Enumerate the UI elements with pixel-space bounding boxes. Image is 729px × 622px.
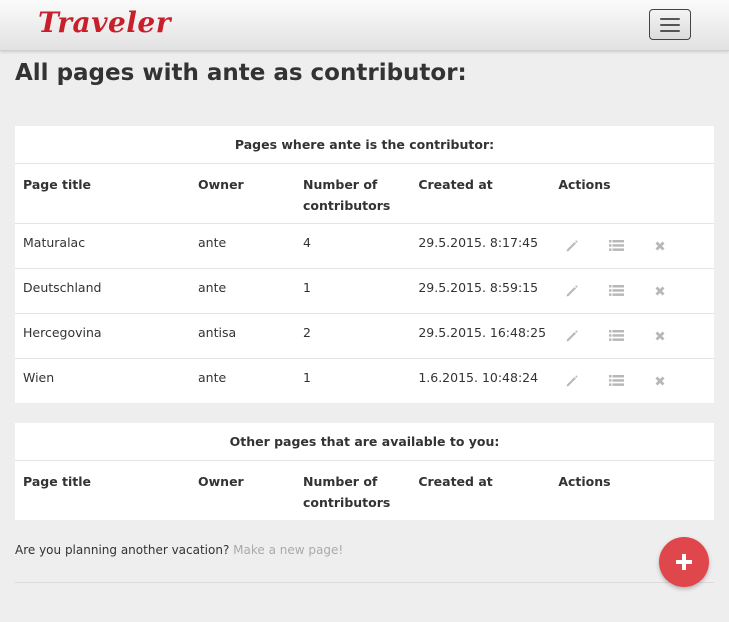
- page-title-cell: Maturalac: [15, 222, 190, 268]
- column-header: Created at: [418, 177, 493, 192]
- edit-button[interactable]: [562, 281, 582, 301]
- actions-cell: [550, 312, 714, 358]
- plus-icon: [676, 554, 692, 570]
- column-header: Actions: [558, 474, 611, 489]
- created-at-cell: 29.5.2015. 8:17:45: [410, 222, 551, 268]
- actions-cell: [550, 267, 714, 313]
- delete-button[interactable]: [650, 371, 670, 391]
- make-new-page-link[interactable]: Make a new page!: [233, 543, 343, 557]
- edit-button[interactable]: [562, 326, 582, 346]
- edit-button[interactable]: [562, 236, 582, 256]
- footer-text: Are you planning another vacation?: [15, 543, 230, 557]
- close-icon: [654, 285, 666, 297]
- view-button[interactable]: [606, 326, 626, 346]
- table-row: Maturalac ante 4 29.5.2015. 8:17:45: [15, 222, 714, 268]
- table-row: Wien ante 1 1.6.2015. 10:48:24: [15, 357, 714, 403]
- brand-logo[interactable]: Traveler: [38, 6, 171, 39]
- pencil-icon: [565, 374, 579, 388]
- table-header-row: Page title Owner Number of contributors …: [15, 164, 714, 223]
- view-button[interactable]: [606, 236, 626, 256]
- list-icon: [608, 374, 624, 387]
- column-header: Page title: [23, 474, 92, 489]
- created-at-cell: 29.5.2015. 8:59:15: [410, 267, 551, 313]
- column-header: Number of contributors: [303, 474, 391, 510]
- edit-button[interactable]: [562, 371, 582, 391]
- column-header: Page title: [23, 177, 92, 192]
- column-header: Created at: [418, 474, 493, 489]
- footer-prompt: Are you planning another vacation? Make …: [15, 543, 343, 557]
- owner-cell: antisa: [190, 312, 295, 358]
- table-header-row: Page title Owner Number of contributors …: [15, 461, 714, 520]
- panel-title: Pages where ante is the contributor:: [15, 126, 714, 164]
- contributor-pages-panel: Pages where ante is the contributor: Pag…: [15, 126, 714, 403]
- column-header: Owner: [198, 474, 244, 489]
- list-icon: [608, 329, 624, 342]
- contributors-cell: 2: [295, 312, 411, 358]
- other-pages-panel: Other pages that are available to you: P…: [15, 423, 714, 520]
- delete-button[interactable]: [650, 236, 670, 256]
- page-title: All pages with ante as contributor:: [15, 60, 467, 86]
- other-pages-table: Page title Owner Number of contributors …: [15, 461, 714, 520]
- close-icon: [654, 375, 666, 387]
- menu-toggle-button[interactable]: [649, 9, 691, 40]
- pencil-icon: [565, 329, 579, 343]
- view-button[interactable]: [606, 371, 626, 391]
- contributor-pages-table: Page title Owner Number of contributors …: [15, 164, 714, 403]
- owner-cell: ante: [190, 357, 295, 403]
- pencil-icon: [565, 284, 579, 298]
- list-icon: [608, 239, 624, 252]
- page-title-cell: Deutschland: [15, 267, 190, 313]
- column-header: Number of contributors: [303, 177, 391, 213]
- divider: [15, 582, 714, 583]
- delete-button[interactable]: [650, 326, 670, 346]
- created-at-cell: 1.6.2015. 10:48:24: [410, 357, 551, 403]
- view-button[interactable]: [606, 281, 626, 301]
- created-at-cell: 29.5.2015. 16:48:25: [410, 312, 551, 358]
- column-header: Owner: [198, 177, 244, 192]
- contributors-cell: 1: [295, 357, 411, 403]
- delete-button[interactable]: [650, 281, 670, 301]
- actions-cell: [550, 222, 714, 268]
- contributors-cell: 4: [295, 222, 411, 268]
- owner-cell: ante: [190, 267, 295, 313]
- panel-title: Other pages that are available to you:: [15, 423, 714, 461]
- close-icon: [654, 330, 666, 342]
- page-title-cell: Wien: [15, 357, 190, 403]
- actions-cell: [550, 357, 714, 403]
- table-row: Deutschland ante 1 29.5.2015. 8:59:15: [15, 267, 714, 313]
- pencil-icon: [565, 239, 579, 253]
- contributors-cell: 1: [295, 267, 411, 313]
- table-row: Hercegovina antisa 2 29.5.2015. 16:48:25: [15, 312, 714, 358]
- column-header: Actions: [558, 177, 611, 192]
- close-icon: [654, 240, 666, 252]
- add-page-button[interactable]: [659, 537, 709, 587]
- list-icon: [608, 284, 624, 297]
- navbar: Traveler: [0, 0, 729, 51]
- owner-cell: ante: [190, 222, 295, 268]
- page-title-cell: Hercegovina: [15, 312, 190, 358]
